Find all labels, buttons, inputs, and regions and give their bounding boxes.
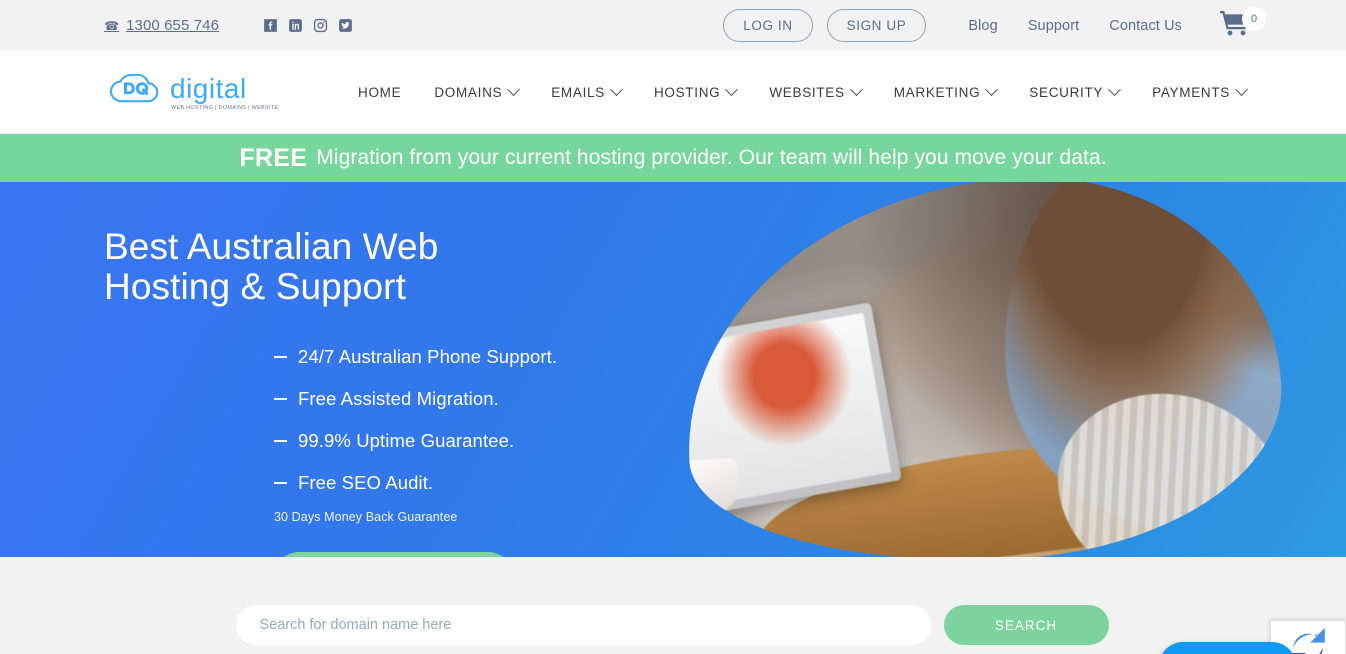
hero-bullet-text: Free SEO Audit.	[298, 471, 434, 493]
linkedin-icon[interactable]	[287, 17, 304, 34]
nav-label: HOME	[358, 84, 402, 100]
nav-item-payments[interactable]: PAYMENTS	[1119, 82, 1248, 100]
svg-text:digital: digital	[170, 73, 247, 104]
promo-text: Migration from your current hosting prov…	[316, 146, 1107, 169]
signup-button[interactable]: SIGN UP	[826, 8, 927, 43]
hero-photo-scene	[675, 182, 1290, 557]
nav-item-hosting[interactable]: HOSTING	[621, 82, 739, 100]
instagram-icon[interactable]	[312, 17, 329, 34]
nav-item-marketing[interactable]: MARKETING	[861, 82, 999, 100]
domain-search-form: SEARCH	[235, 605, 1111, 645]
recaptcha-icon	[1291, 627, 1325, 654]
hero-section: Best Australian Web Hosting & Support 24…	[0, 182, 1346, 557]
phone-number: 1300 655 746	[126, 17, 220, 34]
nav-label: PAYMENTS	[1152, 84, 1230, 100]
hero-bullet-item: Free Assisted Migration.	[274, 388, 664, 410]
top-link-support[interactable]: Support	[1028, 18, 1080, 34]
nav-item-home[interactable]: HOME	[358, 85, 401, 100]
cart-button[interactable]: 0	[1220, 7, 1266, 41]
top-link-blog[interactable]: Blog	[968, 18, 997, 34]
hero-bullet-text: 24/7 Australian Phone Support.	[298, 345, 558, 367]
hero-bullet-text: 99.9% Uptime Guarantee.	[298, 429, 515, 451]
top-actions: LOG IN SIGN UP Blog Support Contact Us 0	[723, 7, 1266, 43]
nav-item-websites[interactable]: WEBSITES	[736, 82, 863, 100]
phone-link[interactable]: ☎ 1300 655 746	[104, 17, 219, 34]
nav-label: EMAILS	[551, 84, 605, 100]
domain-search-input[interactable]	[235, 605, 931, 645]
nav-label: DOMAINS	[434, 84, 503, 100]
login-button[interactable]: LOG IN	[723, 8, 813, 43]
domain-search-section: SEARCH erms ? Support	[0, 557, 1346, 654]
nav-label: HOSTING	[653, 84, 721, 100]
money-back-guarantee-text: 30 Days Money Back Guarantee	[274, 509, 458, 524]
twitter-icon[interactable]	[337, 17, 354, 34]
main-navigation: HOME DOMAINS EMAILS HOSTING WEBSITES MAR…	[358, 82, 1248, 100]
hero-bullet-item: Free SEO Audit.	[274, 472, 664, 494]
chevron-down-icon	[1235, 82, 1248, 96]
support-widget-button[interactable]: ? Support	[1158, 642, 1296, 654]
nav-label: WEBSITES	[769, 84, 845, 100]
svg-text:WEB HOSTING | DOMAINS | WEBSIT: WEB HOSTING | DOMAINS | WEBSITES & MORE	[171, 105, 279, 111]
dash-icon	[274, 481, 287, 484]
facebook-icon[interactable]	[262, 17, 279, 34]
nav-label: SECURITY	[1029, 84, 1104, 100]
hero-bullet-item: 24/7 Australian Phone Support.	[274, 346, 664, 368]
hero-heading-line-2: Hosting & Support	[104, 265, 406, 307]
nav-item-security[interactable]: SECURITY	[996, 82, 1122, 100]
top-link-contact-us[interactable]: Contact Us	[1109, 18, 1182, 34]
hero-copy: Best Australian Web Hosting & Support 24…	[104, 227, 664, 557]
domain-search-button[interactable]: SEARCH	[943, 605, 1109, 645]
nav-item-emails[interactable]: EMAILS	[518, 82, 623, 100]
dash-icon	[274, 397, 287, 400]
hero-bullet-text: Free Assisted Migration.	[298, 387, 499, 409]
hero-heading: Best Australian Web Hosting & Support	[104, 227, 664, 307]
hero-bullet-item: 99.9% Uptime Guarantee.	[274, 430, 664, 452]
nav-label: MARKETING	[893, 84, 981, 100]
dash-icon	[274, 355, 287, 358]
cart-count-badge: 0	[1242, 7, 1266, 31]
top-utility-bar: ☎ 1300 655 746 LOG IN SIGN UP Blog Suppo…	[0, 0, 1346, 51]
promo-highlight: FREE	[239, 143, 308, 172]
promo-banner: FREE Migration from your current hosting…	[0, 134, 1346, 182]
hero-bullet-list: 24/7 Australian Phone Support. Free Assi…	[104, 346, 664, 494]
dash-icon	[274, 439, 287, 442]
hero-image	[675, 182, 1290, 557]
social-links	[262, 17, 354, 34]
nav-item-domains[interactable]: DOMAINS	[401, 82, 521, 100]
phone-icon: ☎	[104, 18, 120, 33]
hero-heading-line-1: Best Australian Web	[104, 226, 439, 267]
site-logo[interactable]: digital WEB HOSTING | DOMAINS | WEBSITES…	[104, 62, 279, 122]
main-header: digital WEB HOSTING | DOMAINS | WEBSITES…	[0, 51, 1346, 134]
